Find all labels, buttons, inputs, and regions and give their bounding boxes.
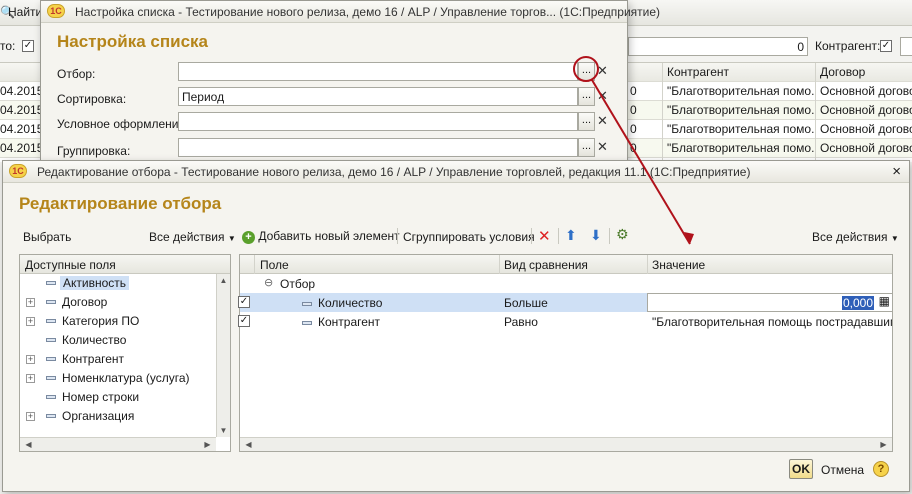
annotation-circle	[573, 56, 599, 82]
annotation-arrow-line	[591, 79, 691, 245]
annotation-overlay	[573, 56, 694, 245]
